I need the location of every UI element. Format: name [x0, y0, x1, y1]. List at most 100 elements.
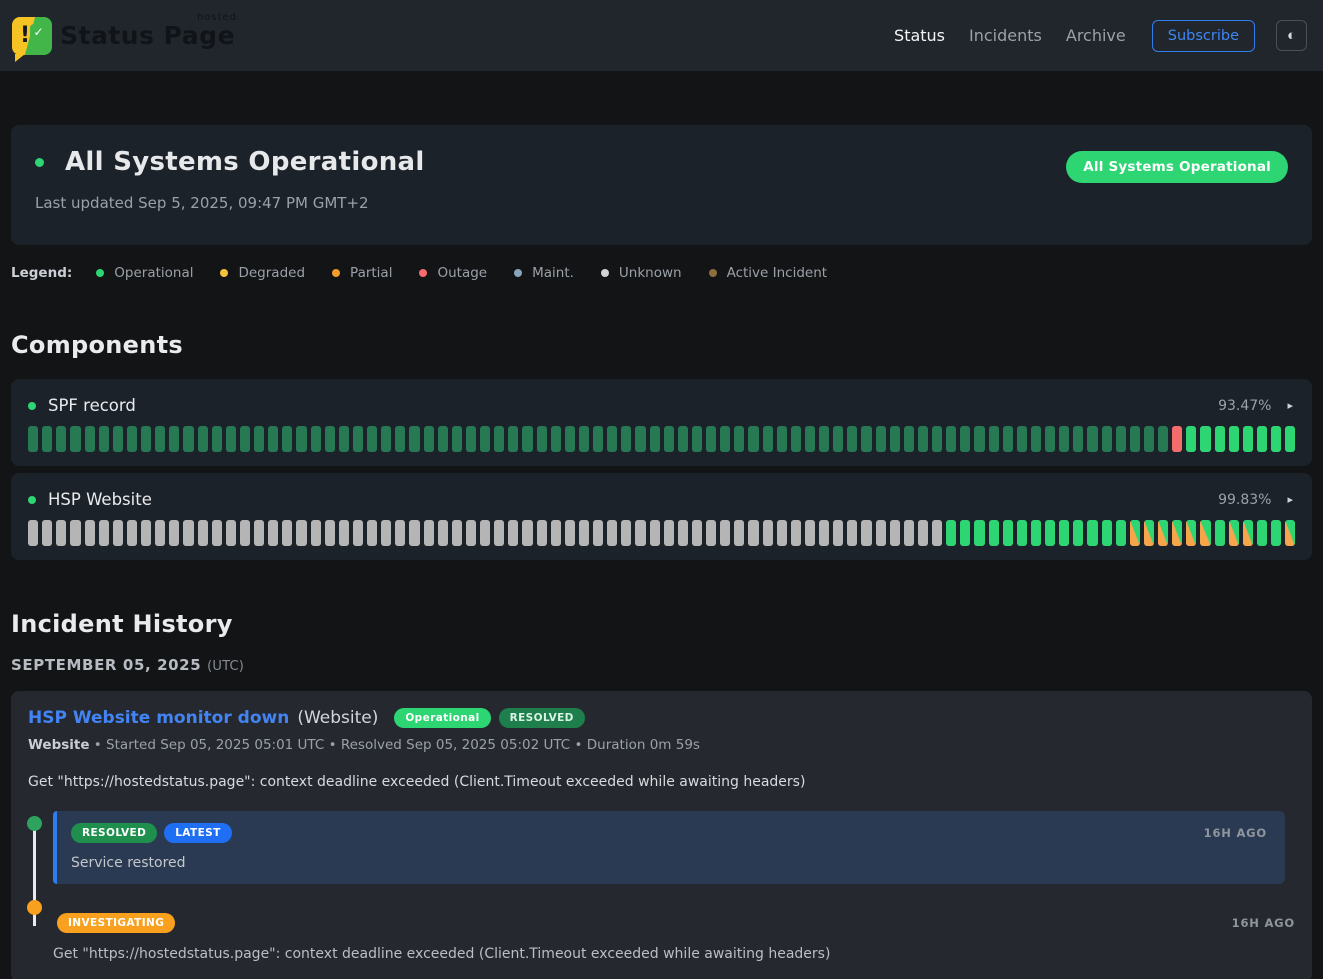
legend: Legend: Operational Degraded Partial Out…	[11, 265, 1312, 281]
uptime-bar-ok	[1215, 520, 1225, 546]
uptime-bar-nd	[763, 520, 773, 546]
uptime-bar-dim	[42, 426, 52, 452]
uptime-bar-dim	[70, 426, 80, 452]
uptime-bar-ok	[1017, 520, 1027, 546]
uptime-bar-nd	[409, 520, 419, 546]
expand-arrow-icon[interactable]: ▸	[1285, 397, 1295, 414]
uptime-bar-dim	[141, 426, 151, 452]
uptime-bar-nd	[593, 520, 603, 546]
uptime-bar-ok	[1243, 426, 1253, 452]
brand[interactable]: ! ✓ Status Page hosted	[12, 17, 235, 55]
uptime-bar-ok	[1257, 426, 1267, 452]
uptime-bar-nd	[494, 520, 504, 546]
uptime-bar-mix	[1144, 520, 1154, 546]
uptime-bar-dim	[551, 426, 561, 452]
uptime-bar-ok	[1102, 520, 1112, 546]
uptime-bar-dim	[508, 426, 518, 452]
uptime-bar-dim	[974, 426, 984, 452]
uptime-bar-dim	[311, 426, 321, 452]
update-text: Get "https://hostedstatus.page": context…	[53, 946, 1295, 962]
uptime-bar-nd	[650, 520, 660, 546]
uptime-bar-nd	[678, 520, 688, 546]
unknown-dot	[601, 269, 609, 277]
uptime-bar-dim	[438, 426, 448, 452]
uptime-bar-dim	[494, 426, 504, 452]
uptime-bar-dim	[212, 426, 222, 452]
legend-item-label: Unknown	[619, 265, 682, 281]
uptime-bar-nd	[692, 520, 702, 546]
uptime-bar-nd	[706, 520, 716, 546]
uptime-bar-nd	[452, 520, 462, 546]
component-uptime-percent: 99.83%	[1218, 492, 1271, 508]
incident-meta: Website • Started Sep 05, 2025 05:01 UTC…	[28, 737, 1295, 753]
timeline-dot-investigating	[27, 900, 42, 915]
uptime-bar-nd	[734, 520, 744, 546]
investigating-badge: INVESTIGATING	[57, 913, 175, 933]
nav-link-status[interactable]: Status	[894, 26, 945, 45]
uptime-bar-dim	[847, 426, 857, 452]
legend-label: Legend:	[11, 265, 72, 281]
active-incident-dot	[709, 269, 717, 277]
uptime-bar-nd	[424, 520, 434, 546]
uptime-bar-dim	[650, 426, 660, 452]
uptime-bar-nd	[861, 520, 871, 546]
uptime-bar-dim	[28, 426, 38, 452]
uptime-bar-nd	[635, 520, 645, 546]
uptime-bar-ok	[960, 520, 970, 546]
expand-arrow-icon[interactable]: ▸	[1285, 491, 1295, 508]
subscribe-button[interactable]: Subscribe	[1152, 20, 1255, 52]
uptime-bar-dim	[932, 426, 942, 452]
maint-dot	[514, 269, 522, 277]
uptime-bar-dim	[904, 426, 914, 452]
uptime-bar-nd	[438, 520, 448, 546]
update-text: Service restored	[71, 855, 1267, 871]
uptime-bar-nd	[932, 520, 942, 546]
status-dot	[35, 158, 44, 167]
uptime-bar-mix	[1229, 520, 1239, 546]
uptime-bar-dim	[1017, 426, 1027, 452]
uptime-bar-dim	[1102, 426, 1112, 452]
uptime-bar-ok	[974, 520, 984, 546]
legend-item-label: Active Incident	[727, 265, 828, 281]
uptime-bar-dim	[537, 426, 547, 452]
uptime-bar-nd	[607, 520, 617, 546]
overall-status-badge: All Systems Operational	[1066, 151, 1288, 183]
uptime-bar-dim	[198, 426, 208, 452]
uptime-bar-ok	[1087, 520, 1097, 546]
uptime-bar-nd	[325, 520, 335, 546]
uptime-bar-dim	[395, 426, 405, 452]
uptime-bar-dim	[480, 426, 490, 452]
uptime-bar-ok	[1003, 520, 1013, 546]
uptime-bar-ok	[1200, 426, 1210, 452]
uptime-bar-dim	[579, 426, 589, 452]
legend-item-label: Partial	[350, 265, 392, 281]
main-content: All Systems Operational Last updated Sep…	[0, 125, 1323, 979]
legend-item-maint: Maint.	[514, 265, 574, 281]
uptime-bar-nd	[395, 520, 405, 546]
theme-toggle-button[interactable]: ◐	[1276, 20, 1307, 51]
uptime-bar-dim	[240, 426, 250, 452]
status-page: ! ✓ Status Page hosted Status Incidents …	[0, 0, 1323, 979]
uptime-bar-dim	[424, 426, 434, 452]
nav-link-incidents[interactable]: Incidents	[969, 26, 1042, 45]
components-heading: Components	[11, 331, 1312, 359]
uptime-bar-dim	[353, 426, 363, 452]
uptime-bar-nd	[226, 520, 236, 546]
uptime-bar-ok	[1045, 520, 1055, 546]
uptime-bar-dim	[946, 426, 956, 452]
uptime-bar-dim	[720, 426, 730, 452]
uptime-bar-nd	[155, 520, 165, 546]
latest-badge: LATEST	[164, 823, 231, 843]
legend-item-unknown: Unknown	[601, 265, 682, 281]
incident-title-link[interactable]: HSP Website monitor down	[28, 708, 289, 728]
uptime-bar-ok	[989, 520, 999, 546]
nav-link-archive[interactable]: Archive	[1066, 26, 1126, 45]
component-name: SPF record	[48, 396, 136, 415]
uptime-bar-dim	[268, 426, 278, 452]
uptime-bar-dim	[1130, 426, 1140, 452]
last-updated-text: Last updated Sep 5, 2025, 09:47 PM GMT+2	[35, 194, 1288, 212]
uptime-bar-dim	[1158, 426, 1168, 452]
legend-item-outage: Outage	[419, 265, 487, 281]
uptime-bar-dim	[989, 426, 999, 452]
legend-item-active-incident: Active Incident	[709, 265, 828, 281]
